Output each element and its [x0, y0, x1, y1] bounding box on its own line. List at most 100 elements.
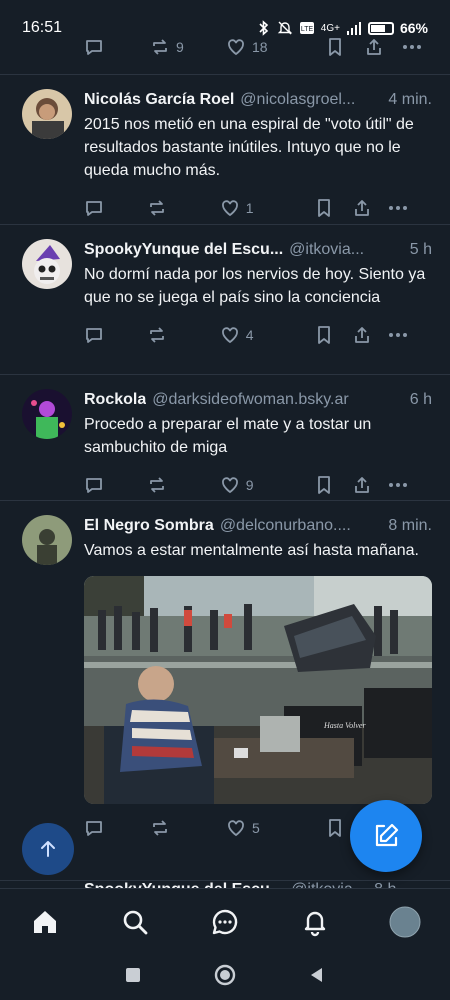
like-button[interactable]: 9 — [220, 475, 316, 495]
more-dots-icon — [389, 333, 407, 337]
chat-icon — [212, 909, 238, 934]
scroll-to-top-button[interactable] — [22, 823, 74, 875]
post[interactable]: Nicolás García Roel @nicolasgroel... 4 m… — [0, 74, 450, 224]
more-dots-icon — [389, 206, 407, 210]
compose-button[interactable] — [350, 800, 422, 872]
speech-bubble-icon — [86, 478, 102, 493]
more-dots-icon — [389, 483, 407, 487]
post-header: El Negro Sombra @delconurbano.... 8 min. — [84, 515, 432, 537]
repost-button[interactable] — [147, 198, 220, 218]
avatar — [389, 906, 421, 937]
reply-button[interactable] — [84, 198, 147, 218]
post-actions: 4 — [84, 315, 432, 355]
post-actions: 9 — [84, 465, 432, 505]
post-time: 6 h — [409, 391, 432, 408]
tab-profile[interactable] — [380, 897, 430, 947]
repost-count: 9 — [176, 39, 184, 55]
recents-square-icon[interactable] — [123, 965, 143, 985]
speech-bubble-icon — [86, 40, 102, 55]
like-button[interactable]: 1 — [220, 198, 316, 218]
bookmark-button[interactable] — [326, 37, 364, 57]
post-header: Nicolás García Roel @nicolasgroel... 4 m… — [84, 89, 432, 111]
repost-button[interactable] — [147, 475, 220, 495]
more-button[interactable] — [388, 325, 408, 345]
like-count: 1 — [245, 200, 254, 216]
author-handle[interactable]: @nicolasgroel... — [240, 89, 382, 111]
author-handle[interactable]: @darksideofwoman.bsky.ar — [152, 389, 404, 411]
share-icon — [354, 200, 369, 216]
post-header: Rockola @darksideofwoman.bsky.ar 6 h — [84, 389, 432, 411]
search-icon — [123, 910, 148, 934]
like-button[interactable]: 4 — [220, 325, 316, 345]
post-time: 4 min. — [388, 91, 432, 108]
author-name[interactable]: Rockola — [84, 389, 146, 411]
bookmark-button[interactable] — [315, 475, 351, 495]
bottom-tab-bar — [0, 888, 450, 954]
heart-icon — [221, 327, 238, 344]
bookmark-button[interactable] — [315, 198, 351, 218]
repost-arrows-icon — [153, 820, 167, 836]
repost-button[interactable] — [150, 818, 226, 838]
tab-notifications[interactable] — [290, 897, 340, 947]
tab-search[interactable] — [110, 897, 160, 947]
post[interactable]: Rockola @darksideofwoman.bsky.ar 6 h Pro… — [0, 374, 450, 500]
heart-icon — [221, 477, 238, 494]
post-time: 8 min. — [388, 517, 432, 534]
author-name[interactable]: Nicolás García Roel — [84, 89, 234, 111]
post-header: SpookyYunque del Escu... @itkovia... 5 h — [84, 239, 432, 261]
back-triangle-icon[interactable] — [307, 965, 327, 985]
author-name[interactable]: SpookyYunque del Escu... — [84, 239, 283, 261]
share-icon — [354, 327, 369, 343]
bookmark-button[interactable] — [315, 325, 351, 345]
post-text: Procedo a preparar el mate y a tostar un… — [84, 416, 372, 456]
image-sign-text: Hasta Volver — [323, 721, 366, 730]
reply-button[interactable] — [84, 37, 150, 57]
home-circle-icon[interactable] — [213, 963, 237, 987]
author-handle[interactable]: @delconurbano.... — [220, 515, 383, 537]
more-button[interactable] — [388, 198, 408, 218]
bookmark-icon — [318, 199, 331, 217]
post-time: 5 h — [409, 241, 432, 258]
tab-chat[interactable] — [200, 897, 250, 947]
reply-button[interactable] — [84, 475, 147, 495]
reply-button[interactable] — [84, 818, 150, 838]
bookmark-icon — [329, 819, 341, 837]
post-image[interactable]: Hasta Volver — [84, 576, 432, 804]
share-button[interactable] — [352, 325, 388, 345]
more-button[interactable] — [402, 37, 422, 57]
like-count: 4 — [245, 327, 254, 343]
avatar[interactable] — [22, 89, 72, 139]
arrow-up-icon — [41, 841, 55, 857]
bookmark-icon — [329, 38, 341, 56]
reply-button[interactable] — [84, 325, 147, 345]
more-dots-icon — [403, 45, 421, 49]
avatar[interactable] — [22, 389, 72, 439]
heart-icon — [221, 200, 238, 217]
bookmark-icon — [318, 476, 331, 494]
post-actions: 1 — [84, 188, 432, 228]
feed[interactable]: 9 18 Nicolás García Roel @nicolasgroel..… — [0, 30, 450, 880]
author-name[interactable]: El Negro Sombra — [84, 515, 214, 537]
share-button[interactable] — [364, 37, 402, 57]
repost-button[interactable]: 9 — [150, 37, 226, 57]
post-text: Vamos a estar mentalmente así hasta maña… — [84, 542, 419, 559]
share-button[interactable] — [352, 475, 388, 495]
repost-arrows-icon — [150, 477, 164, 493]
post-text: No dormí nada por los nervios de hoy. Si… — [84, 266, 426, 306]
tab-home[interactable] — [20, 897, 70, 947]
like-button[interactable]: 18 — [226, 37, 326, 57]
heart-icon — [228, 820, 244, 837]
share-button[interactable] — [352, 198, 388, 218]
bookmark-icon — [318, 326, 331, 344]
like-count: 9 — [245, 477, 254, 493]
speech-bubble-icon — [86, 201, 102, 216]
avatar[interactable] — [22, 239, 72, 289]
like-button[interactable]: 5 — [226, 818, 326, 838]
more-button[interactable] — [388, 475, 408, 495]
avatar[interactable] — [22, 515, 72, 565]
repost-button[interactable] — [147, 325, 220, 345]
author-handle[interactable]: @itkovia... — [289, 239, 404, 261]
share-icon — [367, 39, 381, 55]
compose-pencil-icon — [375, 823, 399, 847]
post[interactable]: SpookyYunque del Escu... @itkovia... 5 h… — [0, 224, 450, 374]
